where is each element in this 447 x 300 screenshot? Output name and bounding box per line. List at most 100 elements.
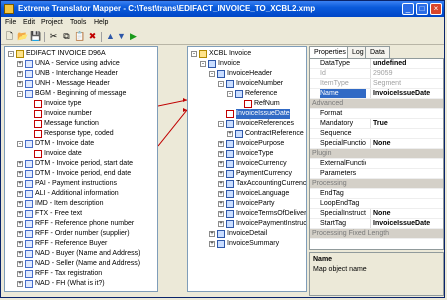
expand-icon[interactable]: + <box>17 221 23 227</box>
collapse-icon[interactable]: - <box>200 61 206 67</box>
tree-item-label: Message function <box>44 120 99 127</box>
tree-item-label: Invoice <box>218 60 241 67</box>
property-grid[interactable]: DataType undefined Id 29059 ItemType Segment N… <box>309 58 444 250</box>
property-value[interactable]: None <box>370 209 443 218</box>
property-row[interactable]: Sequence <box>310 129 443 139</box>
tree-item-label: InvoiceTermsOfDelivery <box>236 210 307 217</box>
expand-icon[interactable]: + <box>227 131 233 137</box>
property-row[interactable]: Format <box>310 109 443 119</box>
expand-icon[interactable]: + <box>218 141 224 147</box>
expand-icon[interactable]: + <box>17 191 23 197</box>
property-value[interactable]: InvoiceIssueDate <box>370 219 443 228</box>
expand-icon[interactable]: + <box>218 191 224 197</box>
expand-icon[interactable]: + <box>218 151 224 157</box>
expand-icon[interactable]: + <box>17 161 23 167</box>
property-category[interactable]: Plugin <box>310 149 443 159</box>
expand-icon[interactable]: + <box>17 271 23 277</box>
property-value[interactable]: undefined <box>370 59 443 68</box>
collapse-icon[interactable]: - <box>209 71 215 77</box>
collapse-icon[interactable]: - <box>8 51 14 57</box>
property-category[interactable]: Advanced <box>310 99 443 109</box>
field-node-icon <box>34 150 42 158</box>
elem-node-icon <box>217 70 225 78</box>
collapse-icon[interactable]: - <box>17 91 23 97</box>
expand-icon[interactable]: + <box>17 81 23 87</box>
save-icon[interactable]: 💾 <box>30 31 41 42</box>
menu-project[interactable]: Project <box>41 19 63 26</box>
expand-icon[interactable]: + <box>17 71 23 77</box>
property-row[interactable]: LoopEndTag <box>310 199 443 209</box>
new-file-icon[interactable]: 🗋 <box>4 31 15 42</box>
property-value[interactable]: InvoiceIssueDate <box>370 89 443 98</box>
expand-icon[interactable]: + <box>218 201 224 207</box>
collapse-icon[interactable]: - <box>17 141 23 147</box>
expand-icon[interactable]: + <box>17 211 23 217</box>
tree-item-label: RFF - Tax registration <box>35 270 103 277</box>
elem-node-icon <box>226 170 234 178</box>
maximize-button[interactable]: □ <box>416 3 428 15</box>
target-tree-panel[interactable]: - XCBL Invoice - Invoice - InvoiceHeader - Invo… <box>187 46 307 292</box>
expand-icon[interactable]: + <box>17 261 23 267</box>
expand-icon[interactable]: + <box>17 201 23 207</box>
elem-node-icon <box>226 150 234 158</box>
tree-item-label: RFF - Reference phone number <box>35 220 135 227</box>
tab-data[interactable]: Data <box>365 46 390 58</box>
expand-icon[interactable]: + <box>218 181 224 187</box>
copy-icon[interactable]: ⧉ <box>61 31 72 42</box>
move-up-icon[interactable]: ▲ <box>105 31 116 42</box>
menu-edit[interactable]: Edit <box>23 19 35 26</box>
property-row[interactable]: Name InvoiceIssueDate <box>310 89 443 99</box>
property-name: LoopEndTag <box>320 200 360 207</box>
property-value[interactable]: Segment <box>370 79 443 88</box>
expand-icon[interactable]: + <box>209 231 215 237</box>
expand-icon[interactable]: + <box>17 251 23 257</box>
mapping-link-line[interactable] <box>158 109 187 147</box>
collapse-icon[interactable]: - <box>227 91 233 97</box>
property-row[interactable]: Mandatory True <box>310 119 443 129</box>
expand-icon[interactable]: + <box>17 181 23 187</box>
tree-item-label: DTM - Invoice date <box>35 140 95 147</box>
property-category[interactable]: Processing Fixed Length <box>310 229 443 239</box>
collapse-icon[interactable]: - <box>218 121 224 127</box>
delete-icon[interactable]: ✖ <box>87 31 98 42</box>
property-value[interactable]: True <box>370 119 443 128</box>
minimize-button[interactable]: _ <box>402 3 414 15</box>
menu-tools[interactable]: Tools <box>70 19 86 26</box>
collapse-icon[interactable]: - <box>218 81 224 87</box>
source-tree-panel[interactable]: - EDIFACT INVOICE D96A + UNA - Service usin… <box>4 46 158 292</box>
open-folder-icon[interactable]: 📂 <box>17 31 28 42</box>
menu-help[interactable]: Help <box>94 19 108 26</box>
expand-icon[interactable]: + <box>17 281 23 287</box>
expand-icon[interactable]: + <box>17 231 23 237</box>
property-row[interactable]: SpecialInstruction None <box>310 209 443 219</box>
cut-icon[interactable]: ✂ <box>48 31 59 42</box>
property-row[interactable]: EndTag <box>310 189 443 199</box>
elem-node-icon <box>226 120 234 128</box>
expand-icon[interactable]: + <box>218 161 224 167</box>
expand-icon[interactable]: + <box>17 61 23 67</box>
property-row[interactable]: SpecialFunction None <box>310 139 443 149</box>
tree-item-label: InvoicePaymentInstructions <box>236 220 307 227</box>
collapse-icon[interactable]: - <box>191 51 197 57</box>
property-row[interactable]: StartTag InvoiceIssueDate <box>310 219 443 229</box>
run-icon[interactable]: ▶ <box>128 31 139 42</box>
expand-icon[interactable]: + <box>17 171 23 177</box>
property-row[interactable]: Parameters <box>310 169 443 179</box>
expand-icon[interactable]: + <box>209 241 215 247</box>
expand-icon[interactable]: + <box>17 241 23 247</box>
expand-icon[interactable]: + <box>218 211 224 217</box>
property-row[interactable]: ItemType Segment <box>310 79 443 89</box>
mapping-link-line[interactable] <box>158 99 187 107</box>
property-value[interactable]: None <box>370 139 443 148</box>
property-value[interactable]: 29059 <box>370 69 443 78</box>
property-row[interactable]: ExternalFunction <box>310 159 443 169</box>
property-row[interactable]: DataType undefined <box>310 59 443 69</box>
expand-icon[interactable]: + <box>218 171 224 177</box>
expand-icon[interactable]: + <box>218 221 224 227</box>
paste-icon[interactable]: 📋 <box>74 31 85 42</box>
close-button[interactable]: × <box>430 3 442 15</box>
property-row[interactable]: Id 29059 <box>310 69 443 79</box>
menu-file[interactable]: File <box>5 19 16 26</box>
property-category[interactable]: Processing <box>310 179 443 189</box>
move-down-icon[interactable]: ▼ <box>116 31 127 42</box>
